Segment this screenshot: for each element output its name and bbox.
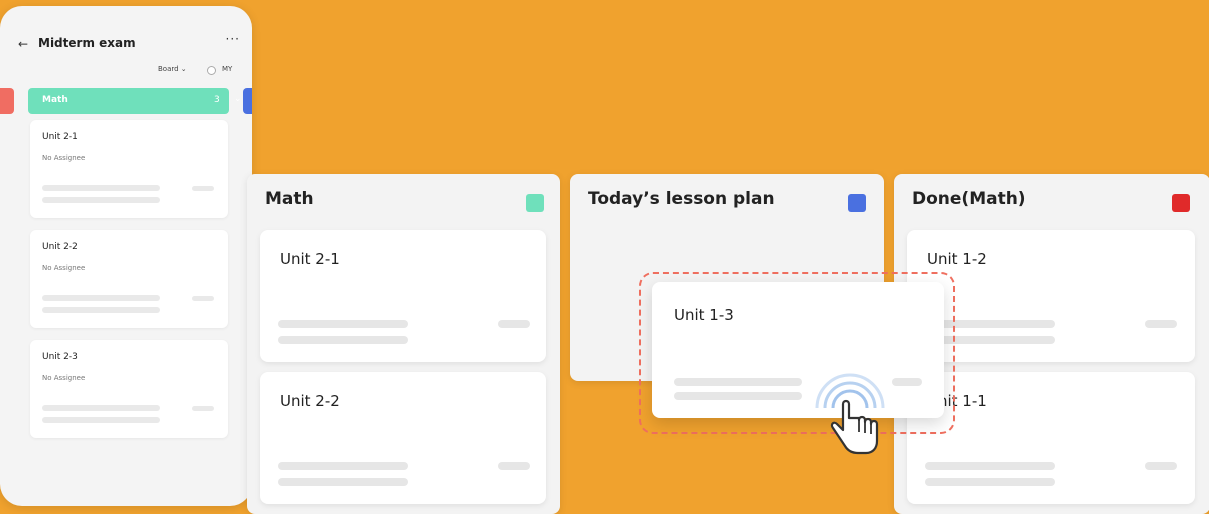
card-title: Unit 2-2: [42, 242, 78, 252]
task-card[interactable]: Unit 2-2: [260, 372, 546, 504]
placeholder-line: [42, 197, 160, 203]
placeholder-line: [278, 462, 408, 470]
placeholder-pill: [1145, 320, 1177, 328]
phone-card[interactable]: Unit 2-1 No Assignee: [30, 120, 228, 218]
previous-column-tab[interactable]: [0, 88, 14, 114]
my-toggle-label: MY: [222, 65, 233, 73]
placeholder-line: [278, 336, 408, 344]
placeholder-line: [925, 478, 1055, 486]
phone-header: ← Midterm exam ···: [18, 32, 240, 56]
more-options-icon[interactable]: ···: [226, 32, 240, 46]
phone-card[interactable]: Unit 2-3 No Assignee: [30, 340, 228, 438]
next-column-tab[interactable]: [243, 88, 252, 114]
column-count: 3: [214, 95, 220, 105]
back-arrow-icon[interactable]: ←: [18, 37, 28, 51]
placeholder-line: [925, 462, 1055, 470]
placeholder-pill: [192, 186, 214, 191]
card-title: Unit 1-3: [674, 306, 734, 324]
column-title: Today’s lesson plan: [588, 189, 775, 209]
my-toggle-radio-icon[interactable]: [207, 66, 216, 75]
card-title: Unit 2-2: [280, 392, 340, 410]
placeholder-line: [278, 478, 408, 486]
column-title: Math: [42, 95, 68, 105]
card-assignee: No Assignee: [42, 264, 86, 272]
task-card[interactable]: Unit 2-1: [260, 230, 546, 362]
column-color-swatch[interactable]: [848, 194, 866, 212]
card-title: Unit 2-1: [280, 250, 340, 268]
placeholder-line: [674, 392, 802, 400]
column-color-swatch[interactable]: [526, 194, 544, 212]
phone-card[interactable]: Unit 2-2 No Assignee: [30, 230, 228, 328]
column-title: Math: [265, 189, 314, 209]
card-title: Unit 2-1: [42, 132, 78, 142]
placeholder-line: [674, 378, 802, 386]
column-title: Done(Math): [912, 189, 1026, 209]
placeholder-pill: [1145, 462, 1177, 470]
placeholder-line: [42, 405, 160, 411]
phone-mockup: ← Midterm exam ··· Board ⌄ MY Math 3 ⌄ U…: [0, 6, 252, 506]
card-assignee: No Assignee: [42, 374, 86, 382]
hand-cursor-icon: [815, 373, 885, 455]
phone-column-header[interactable]: Math 3 ⌄: [28, 88, 242, 114]
placeholder-pill: [498, 320, 530, 328]
card-title: Unit 1-2: [927, 250, 987, 268]
card-title: Unit 2-3: [42, 352, 78, 362]
placeholder-pill: [892, 378, 922, 386]
placeholder-pill: [498, 462, 530, 470]
page-title: Midterm exam: [38, 36, 136, 50]
placeholder-line: [278, 320, 408, 328]
dragging-task-card[interactable]: Unit 1-3: [652, 282, 944, 418]
placeholder-line: [42, 417, 160, 423]
view-select[interactable]: Board ⌄: [158, 65, 187, 73]
placeholder-pill: [192, 296, 214, 301]
chevron-down-icon[interactable]: ⌄: [234, 94, 242, 104]
placeholder-line: [42, 185, 160, 191]
column-math: Math Unit 2-1 Unit 2-2: [247, 174, 560, 514]
column-color-swatch[interactable]: [1172, 194, 1190, 212]
placeholder-pill: [192, 406, 214, 411]
placeholder-line: [42, 307, 160, 313]
card-assignee: No Assignee: [42, 154, 86, 162]
placeholder-line: [42, 295, 160, 301]
